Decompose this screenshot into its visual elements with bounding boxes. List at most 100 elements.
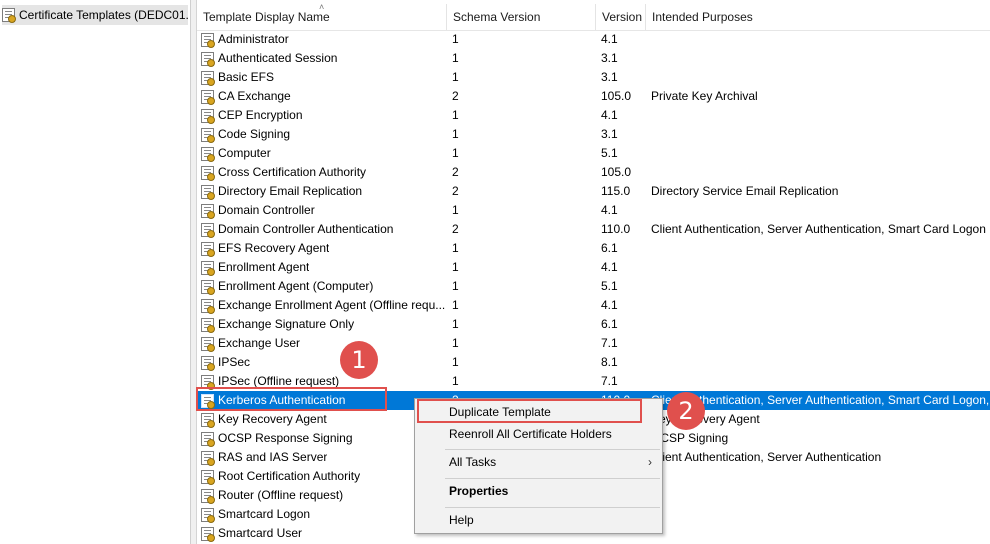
- template-name: OCSP Response Signing: [218, 431, 353, 445]
- template-name: Authenticated Session: [218, 51, 338, 65]
- table-row[interactable]: Enrollment Agent (Computer) 1 5.1: [197, 277, 990, 296]
- intended-purposes: [651, 239, 990, 258]
- template-version: 4.1: [601, 32, 618, 46]
- template-name-cell: Exchange User: [201, 334, 447, 353]
- intended-purposes: Private Key Archival: [651, 89, 758, 103]
- table-row[interactable]: IPSec 1 8.1: [197, 353, 990, 372]
- column-header-schema[interactable]: Schema Version: [447, 4, 596, 30]
- table-row[interactable]: Basic EFS 1 3.1: [197, 68, 990, 87]
- table-row[interactable]: Code Signing 1 3.1: [197, 125, 990, 144]
- template-name: RAS and IAS Server: [218, 450, 328, 464]
- template-name: IPSec: [218, 355, 251, 369]
- template-version: 4.1: [601, 298, 618, 312]
- column-header-version[interactable]: Version: [596, 4, 646, 30]
- template-name: Smartcard User: [218, 526, 303, 540]
- menu-separator: [445, 478, 660, 479]
- intended-purposes: [651, 372, 990, 391]
- certificate-template-icon: [201, 222, 215, 238]
- template-version: 5.1: [601, 146, 618, 160]
- template-name: Enrollment Agent (Computer): [218, 279, 374, 293]
- certificate-template-icon: [201, 431, 215, 447]
- schema-version: 1: [452, 70, 459, 84]
- template-version: 8.1: [601, 355, 618, 369]
- intended-purposes: [651, 486, 990, 505]
- intended-purposes: [651, 106, 990, 125]
- certificate-template-icon: [201, 165, 215, 181]
- template-version: 3.1: [601, 70, 618, 84]
- template-name: IPSec (Offline request): [218, 374, 340, 388]
- table-row[interactable]: CEP Encryption 1 4.1: [197, 106, 990, 125]
- column-header-purposes[interactable]: Intended Purposes: [646, 4, 990, 30]
- table-row[interactable]: Domain Controller Authentication 2 110.0 Cl…: [197, 220, 990, 239]
- table-row[interactable]: CA Exchange 2 105.0 Private Key Archival: [197, 87, 990, 106]
- menu-item-help[interactable]: Help: [415, 509, 662, 531]
- schema-version: 1: [452, 146, 459, 160]
- template-name-cell: CA Exchange: [201, 87, 447, 106]
- menu-item-reenroll[interactable]: Reenroll All Certificate Holders: [415, 423, 662, 445]
- schema-version: 2: [452, 165, 459, 179]
- schema-version: 1: [452, 108, 459, 122]
- template-name-cell: Exchange Enrollment Agent (Offline requ.…: [201, 296, 447, 315]
- template-version: 4.1: [601, 203, 618, 217]
- table-row[interactable]: Exchange Enrollment Agent (Offline requ.…: [197, 296, 990, 315]
- template-name-cell: Exchange Signature Only: [201, 315, 447, 334]
- column-header-name-label: Template Display Name: [203, 10, 330, 24]
- intended-purposes: [651, 505, 990, 524]
- table-row[interactable]: EFS Recovery Agent 1 6.1: [197, 239, 990, 258]
- table-row[interactable]: Domain Controller 1 4.1: [197, 201, 990, 220]
- template-name-cell: IPSec (Offline request): [201, 372, 447, 391]
- certificate-template-icon: [201, 526, 215, 542]
- template-name-cell: Computer: [201, 144, 447, 163]
- template-name: Basic EFS: [218, 70, 275, 84]
- template-name-cell: Kerberos Authentication: [201, 391, 447, 410]
- certificate-template-icon: [201, 317, 215, 333]
- table-row[interactable]: Enrollment Agent 1 4.1: [197, 258, 990, 277]
- table-row[interactable]: Authenticated Session 1 3.1: [197, 49, 990, 68]
- intended-purposes: [651, 68, 990, 87]
- intended-purposes: [651, 353, 990, 372]
- column-header-version-label: Version: [602, 10, 643, 24]
- step-marker-1: 1: [340, 341, 378, 379]
- column-header-name[interactable]: Template Display Name ˄: [197, 2, 447, 30]
- template-version: 6.1: [601, 241, 618, 255]
- certificate-template-icon: [201, 32, 215, 48]
- table-row[interactable]: Directory Email Replication 2 115.0 Directo…: [197, 182, 990, 201]
- table-row[interactable]: Exchange User 1 7.1: [197, 334, 990, 353]
- table-row[interactable]: Exchange Signature Only 1 6.1: [197, 315, 990, 334]
- template-name-cell: Enrollment Agent (Computer): [201, 277, 447, 296]
- template-version: 105.0: [601, 89, 632, 103]
- certificate-template-icon: [201, 70, 215, 86]
- table-row[interactable]: IPSec (Offline request) 1 7.1: [197, 372, 990, 391]
- template-name-cell: OCSP Response Signing: [201, 429, 447, 448]
- schema-version: 1: [452, 51, 459, 65]
- table-row[interactable]: Cross Certification Authority 2 105.0: [197, 163, 990, 182]
- template-name: CA Exchange: [218, 89, 291, 103]
- menu-item-all-tasks[interactable]: All Tasks ›: [415, 451, 662, 473]
- template-name: Exchange Signature Only: [218, 317, 355, 331]
- certificate-template-icon: [201, 203, 215, 219]
- menu-item-properties[interactable]: Properties: [415, 480, 662, 502]
- template-name: Exchange Enrollment Agent (Offline requ.…: [218, 298, 446, 312]
- tree-node-certificate-templates[interactable]: Certificate Templates (DEDC01.e: [2, 5, 188, 25]
- certificate-template-icon: [201, 507, 215, 523]
- schema-version: 2: [452, 222, 459, 236]
- template-version: 7.1: [601, 336, 618, 350]
- schema-version: 1: [452, 260, 459, 274]
- template-name-cell: Basic EFS: [201, 68, 447, 87]
- schema-version: 1: [452, 355, 459, 369]
- template-version: 3.1: [601, 127, 618, 141]
- certificate-template-icon: [201, 450, 215, 466]
- menu-item-duplicate-template[interactable]: Duplicate Template: [415, 401, 662, 423]
- menu-item-all-tasks-label: All Tasks: [449, 455, 497, 469]
- certificate-template-icon: [201, 241, 215, 257]
- template-name: Cross Certification Authority: [218, 165, 367, 179]
- certificate-template-icon: [201, 146, 215, 162]
- intended-purposes: [651, 467, 990, 486]
- certificate-template-icon: [201, 279, 215, 295]
- table-row[interactable]: Administrator 1 4.1: [197, 30, 990, 49]
- template-version: 4.1: [601, 260, 618, 274]
- certificate-template-icon: [201, 260, 215, 276]
- table-row[interactable]: Computer 1 5.1: [197, 144, 990, 163]
- template-version: 115.0: [601, 184, 631, 198]
- template-version: 4.1: [601, 108, 618, 122]
